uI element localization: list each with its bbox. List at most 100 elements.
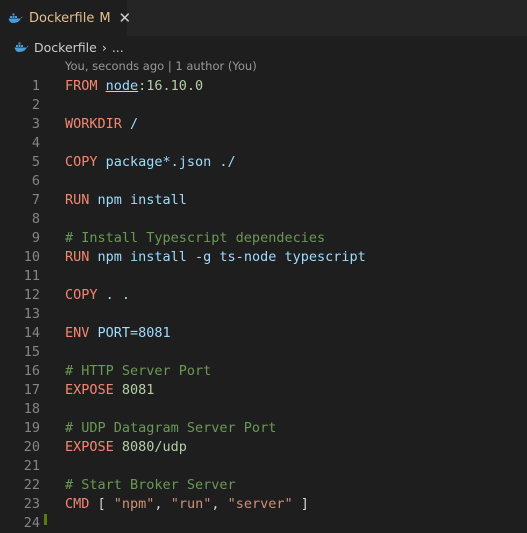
line-number: 3 [31,116,40,132]
code-line[interactable]: 4 [0,134,527,153]
code-token: # UDP Datagram Server Port [65,420,277,436]
code-line[interactable]: 12 COPY . . [0,286,527,305]
code-token: "npm" [113,496,155,512]
code-text: # Start Broker Server [65,476,236,495]
code-token: COPY [65,154,106,170]
code-text: # HTTP Server Port [65,362,211,381]
code-token: RUN [65,192,98,208]
line-number: 14 [23,325,40,341]
code-line[interactable]: 7 RUN npm install [0,191,527,210]
line-number: 18 [23,401,40,417]
code-line[interactable]: 13 [0,305,527,324]
code-text: COPY . . [65,286,130,305]
code-text: # Install Typescript dependecies [65,229,325,248]
line-number: 1 [31,78,40,94]
code-text: EXPOSE 8081 [65,381,154,400]
code-token: , [154,496,171,512]
code-token: :16.10.0 [138,78,204,94]
code-line[interactable]: 19 # UDP Datagram Server Port [0,419,527,438]
line-number: 7 [31,192,40,208]
docker-whale-icon [8,12,23,24]
code-text: # UDP Datagram Server Port [65,419,276,438]
line-number: 19 [23,420,40,436]
code-token: # HTTP Server Port [65,363,212,379]
line-number: 8 [31,211,40,227]
code-line[interactable]: 10 RUN npm install -g ts-node typescript [0,248,527,267]
code-token: 8081 [121,382,155,398]
code-line[interactable]: 23 CMD [ "npm", "run", "server" ] [0,495,527,514]
line-number: 6 [31,173,40,189]
line-number: 10 [23,249,40,265]
code-text: EXPOSE 8080/udp [65,438,187,457]
close-icon[interactable]: ✕ [119,9,132,27]
code-token: PORT=8081 [97,325,171,341]
code-token: RUN [65,249,98,265]
git-added-gutter-marker [44,514,47,525]
code-token: npm install [97,192,187,208]
tab-filename: Dockerfile [29,10,95,26]
line-number: 21 [23,458,40,474]
code-line[interactable]: 24 [0,514,527,533]
code-line[interactable]: 11 [0,267,527,286]
code-token: EXPOSE [65,439,122,455]
code-line[interactable]: 2 [0,96,527,115]
line-number: 16 [23,363,40,379]
code-token: WORKDIR [65,116,131,132]
code-line[interactable]: 14 ENV PORT=8081 [0,324,527,343]
code-text: WORKDIR / [65,115,138,134]
code-token: ] [292,496,309,512]
code-editor[interactable]: 1 FROM node:16.10.0 2 3 WORKDIR /4 5 COPY pack… [0,77,527,533]
code-text: COPY package*.json ./ [65,153,236,172]
code-token: npm install -g ts-node typescript [97,249,366,265]
tab-dockerfile[interactable]: Dockerfile M ✕ [0,0,131,36]
code-token: / [130,116,139,132]
line-number: 23 [23,496,40,512]
code-token: "run" [170,496,212,512]
code-token: "server" [227,496,293,512]
line-number: 17 [23,382,40,398]
code-text: RUN npm install [65,191,187,210]
code-text: CMD [ "npm", "run", "server" ] [65,495,309,514]
code-line[interactable]: 20 EXPOSE 8080/udp [0,438,527,457]
line-number: 24 [23,515,40,531]
breadcrumb-file[interactable]: Dockerfile [34,40,97,55]
code-line[interactable]: 3 WORKDIR / [0,115,527,134]
code-token: CMD [65,496,98,512]
line-number: 9 [31,230,40,246]
line-number: 2 [31,97,40,113]
code-token: # Start Broker Server [65,477,236,493]
code-line[interactable]: 6 [0,172,527,191]
line-number: 20 [23,439,40,455]
code-line[interactable]: 21 [0,457,527,476]
code-token: node [105,78,139,94]
code-line[interactable]: 15 [0,343,527,362]
code-line[interactable]: 16 # HTTP Server Port [0,362,527,381]
code-token: , [211,496,228,512]
line-number: 5 [31,154,40,170]
code-line[interactable]: 17 EXPOSE 8081 [0,381,527,400]
code-text: RUN npm install -g ts-node typescript [65,248,366,267]
code-token: FROM [65,78,106,94]
code-text: FROM node:16.10.0 [65,77,203,96]
code-token: COPY [65,287,106,303]
code-line[interactable]: 22 # Start Broker Server [0,476,527,495]
line-number: 13 [23,306,40,322]
code-token: # Install Typescript dependecies [65,230,326,246]
code-line[interactable]: 8 [0,210,527,229]
breadcrumb: Dockerfile › ... [0,36,527,58]
breadcrumb-more[interactable]: ... [112,40,124,55]
code-token: package*.json ./ [105,154,236,170]
docker-whale-icon [14,41,30,53]
code-token: ENV [65,325,98,341]
code-line[interactable]: 1 FROM node:16.10.0 [0,77,527,96]
code-line[interactable]: 5 COPY package*.json ./ [0,153,527,172]
tab-bar: Dockerfile M ✕ [0,0,527,36]
line-number: 22 [23,477,40,493]
code-line[interactable]: 9 # Install Typescript dependecies [0,229,527,248]
git-blame-codelens[interactable]: You, seconds ago | 1 author (You) [65,59,257,73]
code-token: EXPOSE [65,382,122,398]
code-line[interactable]: 18 [0,400,527,419]
code-token: [ [97,496,114,512]
code-text: ENV PORT=8081 [65,324,171,343]
code-token: 8080/udp [121,439,187,455]
